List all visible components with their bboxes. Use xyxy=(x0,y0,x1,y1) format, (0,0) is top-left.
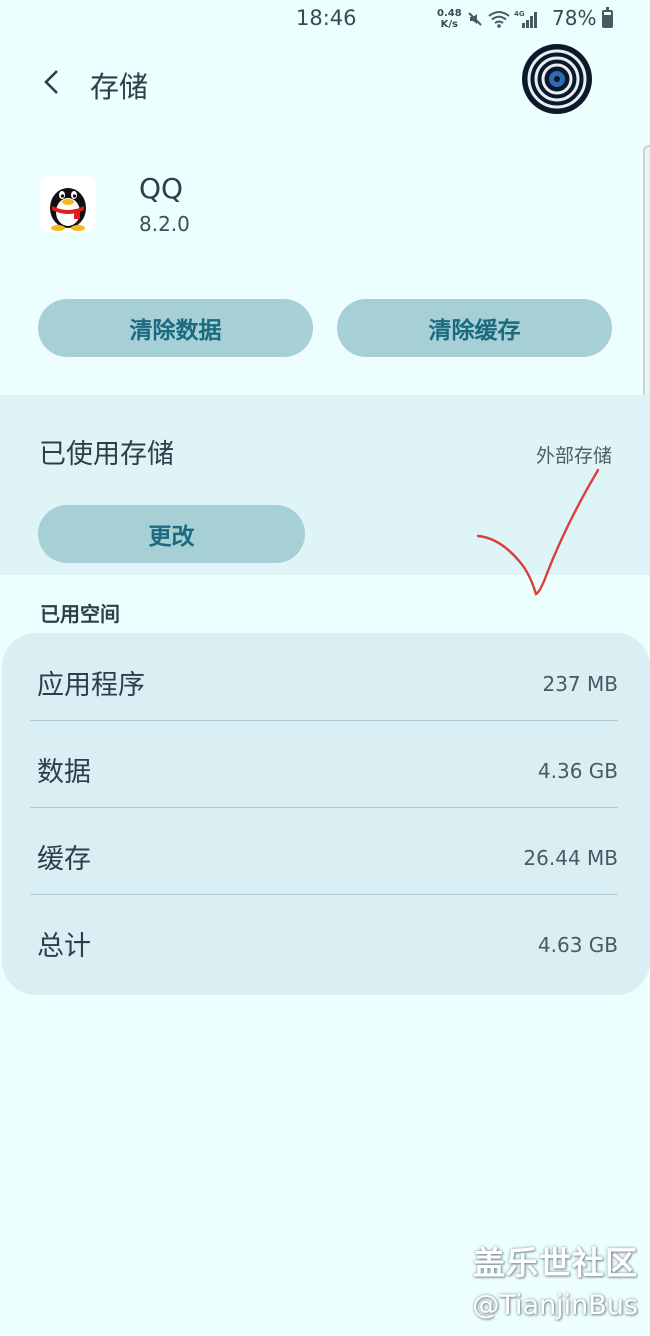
status-time: 18:46 xyxy=(296,6,357,30)
back-button[interactable] xyxy=(36,64,66,100)
network-speed: 0.48 K/s xyxy=(437,8,462,30)
space-used-header: 已用空间 xyxy=(40,602,120,626)
row-divider xyxy=(30,720,618,721)
app-version: 8.2.0 xyxy=(139,212,190,236)
checkmark-annotation-icon xyxy=(476,468,600,596)
usage-row-total: 总计 4.63 GB xyxy=(30,898,618,985)
used-storage-label: 已使用存储 xyxy=(39,439,174,470)
row-divider xyxy=(30,894,618,895)
clear-data-button[interactable]: 清除数据 xyxy=(38,299,313,357)
usage-row-app: 应用程序 237 MB xyxy=(30,637,618,724)
status-bar: 18:46 0.48 K/s 4G 78% xyxy=(0,0,650,40)
watermark-handle: @TianjinBus xyxy=(472,1290,638,1321)
change-storage-button[interactable]: 更改 xyxy=(38,505,305,563)
usage-row-value: 4.63 GB xyxy=(537,933,618,957)
wifi-icon xyxy=(488,11,510,28)
usage-row-data: 数据 4.36 GB xyxy=(30,724,618,811)
avatar[interactable] xyxy=(522,44,592,114)
watermark-community: 盖乐世社区 xyxy=(472,1244,638,1282)
qq-app-icon xyxy=(40,176,96,232)
usage-row-label: 数据 xyxy=(37,757,91,788)
usage-row-value: 237 MB xyxy=(542,672,618,696)
usage-row-label: 缓存 xyxy=(37,844,91,875)
usage-row-value: 4.36 GB xyxy=(537,759,618,783)
app-name: QQ xyxy=(139,172,184,205)
usage-row-cache: 缓存 26.44 MB xyxy=(30,811,618,898)
watermark: 盖乐世社区 @TianjinBus xyxy=(472,1238,638,1321)
battery-icon xyxy=(602,7,613,28)
mute-icon xyxy=(468,12,482,26)
storage-page: 18:46 0.48 K/s 4G 78% 存储 QQ 8.2.0 清除数据 清… xyxy=(0,0,650,1336)
row-divider xyxy=(30,807,618,808)
clear-cache-button[interactable]: 清除缓存 xyxy=(337,299,612,357)
network-type-label: 4G xyxy=(514,10,525,18)
network-speed-unit: K/s xyxy=(440,19,459,30)
usage-row-label: 应用程序 xyxy=(37,670,145,701)
page-title: 存储 xyxy=(90,70,149,104)
4g-signal-icon: 4G xyxy=(514,10,537,28)
battery-percent: 78% xyxy=(552,6,597,30)
qq-penguin-icon xyxy=(50,188,86,231)
status-icons: 4G xyxy=(466,8,538,30)
profile-picture-icon xyxy=(523,45,591,113)
usage-row-value: 26.44 MB xyxy=(523,846,618,870)
chevron-left-icon xyxy=(44,70,58,94)
network-speed-value: 0.48 xyxy=(437,8,462,19)
usage-row-label: 总计 xyxy=(37,931,91,962)
scroll-indicator[interactable] xyxy=(643,145,650,407)
